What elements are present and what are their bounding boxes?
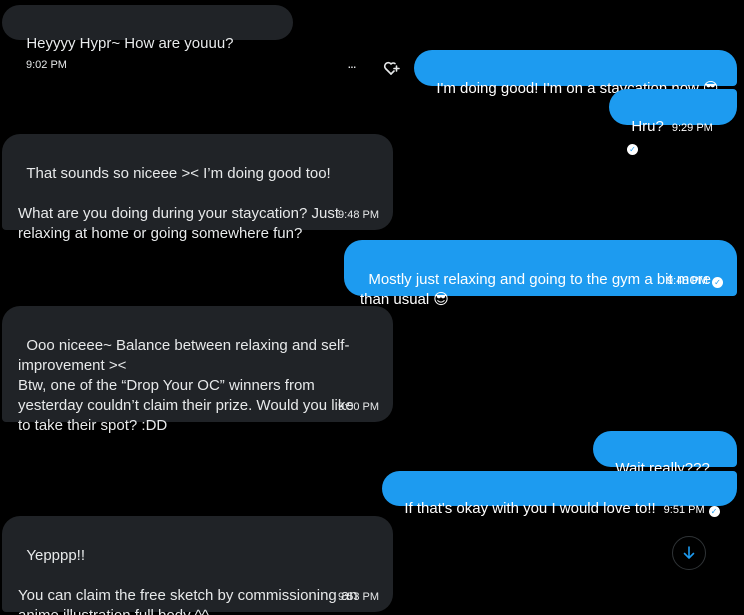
message-bubble-incoming[interactable]: Yepppp!! You can claim the free sketch b… [2,516,393,615]
message-text: Heyyyy Hypr~ How are youuu? [26,35,234,52]
message-bubble-incoming[interactable]: Heyyyy Hypr~ How are youuu? 9:02 PM [2,5,293,71]
message-bubble-outgoing[interactable]: Hru? 9:29 PM ✓ [609,89,737,155]
message-timestamp: 9:48 PM ✓ [667,274,723,288]
message-text: Yepppp!! You can claim the free sketch b… [18,547,358,615]
message-bubble-outgoing[interactable]: Mostly just relaxing and going to the gy… [344,240,737,308]
message-timestamp: 9:02 PM [26,59,67,71]
message-text: If that's okay with you I would love to!… [404,500,656,517]
sent-check-icon: ✓ [627,144,638,155]
sent-check-icon: ✓ [708,506,720,517]
message-timestamp: 9:53 PM [338,591,379,603]
more-horizontal-icon[interactable]: ··· [347,58,357,74]
message-timestamp: 9:29 PM [671,122,713,134]
message-timestamp: 9:51 PM [663,504,705,516]
sent-check-icon: ✓ [712,277,723,288]
message-bubble-outgoing[interactable]: If that's okay with you I would love to!… [382,471,737,517]
message-bubble-incoming[interactable]: That sounds so niceee >< I’m doing good … [2,134,393,242]
message-bubble-outgoing[interactable]: I'm doing good! I'm on a staycation now😎 [414,50,737,97]
message-text: Hru? [631,118,664,135]
message-timestamp: 9:48 PM [338,209,379,221]
message-bubble-incoming[interactable]: Ooo niceee~ Balance between relaxing and… [2,306,393,434]
message-text: Ooo niceee~ Balance between relaxing and… [18,337,354,434]
message-bubble-outgoing[interactable]: Wait really??? :O [593,431,737,497]
message-timestamp: 9:50 PM [338,401,379,413]
scroll-to-bottom-button[interactable] [672,536,706,570]
add-reaction-heart-icon[interactable] [383,60,400,81]
message-text: That sounds so niceee >< I’m doing good … [18,165,340,242]
message-text: Mostly just relaxing and going to the gy… [360,271,712,308]
sunglasses-emoji-icon: 😎 [433,291,449,308]
